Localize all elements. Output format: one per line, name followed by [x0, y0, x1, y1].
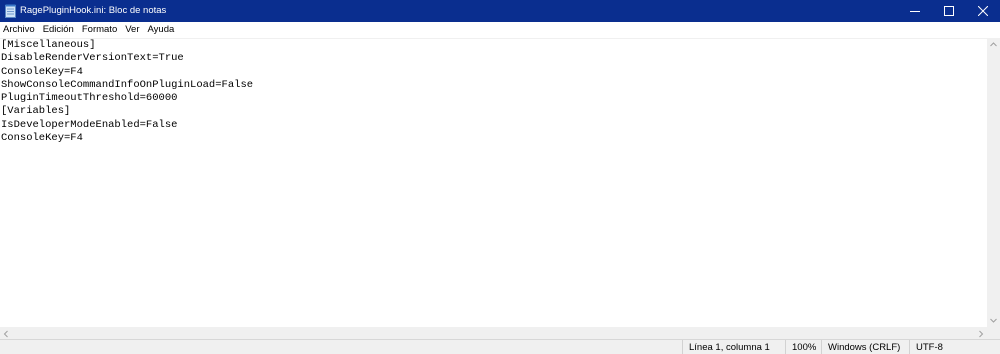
editor-line: [Variables] — [1, 105, 71, 118]
scroll-down-icon[interactable] — [987, 314, 1000, 327]
scroll-up-icon[interactable] — [987, 38, 1000, 51]
minimize-icon — [910, 11, 920, 12]
menu-edicion[interactable]: Edición — [39, 22, 78, 38]
editor-line: [Miscellaneous] — [1, 39, 96, 51]
minimize-button[interactable] — [898, 0, 932, 22]
maximize-button[interactable] — [932, 0, 966, 22]
line-ending: Windows (CRLF) — [821, 340, 909, 354]
title-bar[interactable]: RagePluginHook.ini: Bloc de notas — [0, 0, 1000, 22]
scroll-left-icon[interactable] — [0, 327, 12, 339]
editor-line: ConsoleKey=F4 — [1, 132, 83, 145]
menu-bar: Archivo Edición Formato Ver Ayuda — [0, 22, 1000, 38]
editor-line: PluginTimeoutThreshold=60000 — [1, 92, 178, 105]
notepad-icon[interactable] — [5, 4, 16, 18]
scrollbar-corner — [987, 327, 1000, 339]
maximize-icon — [944, 6, 954, 16]
menu-ver[interactable]: Ver — [121, 22, 143, 38]
encoding: UTF-8 — [909, 340, 1000, 354]
editor-line: IsDeveloperModeEnabled=False — [1, 118, 178, 131]
horizontal-scrollbar[interactable] — [0, 327, 987, 339]
menu-ayuda[interactable]: Ayuda — [144, 22, 179, 38]
vertical-scrollbar[interactable] — [987, 38, 1000, 327]
status-bar: Línea 1, columna 1 100% Windows (CRLF) U… — [0, 339, 1000, 354]
scroll-right-icon[interactable] — [975, 327, 987, 339]
editor-line: DisableRenderVersionText=True — [1, 52, 184, 65]
close-button[interactable] — [966, 0, 1000, 22]
text-editor[interactable]: [Miscellaneous] DisableRenderVersionText… — [0, 38, 987, 327]
editor-line: ShowConsoleCommandInfoOnPluginLoad=False — [1, 78, 254, 91]
editor-line: ConsoleKey=F4 — [1, 65, 83, 78]
close-icon — [978, 6, 988, 16]
menu-formato[interactable]: Formato — [78, 22, 121, 38]
cursor-position: Línea 1, columna 1 — [682, 340, 785, 354]
window-title: RagePluginHook.ini: Bloc de notas — [20, 5, 167, 16]
menu-archivo[interactable]: Archivo — [0, 22, 39, 38]
zoom-level: 100% — [785, 340, 821, 354]
